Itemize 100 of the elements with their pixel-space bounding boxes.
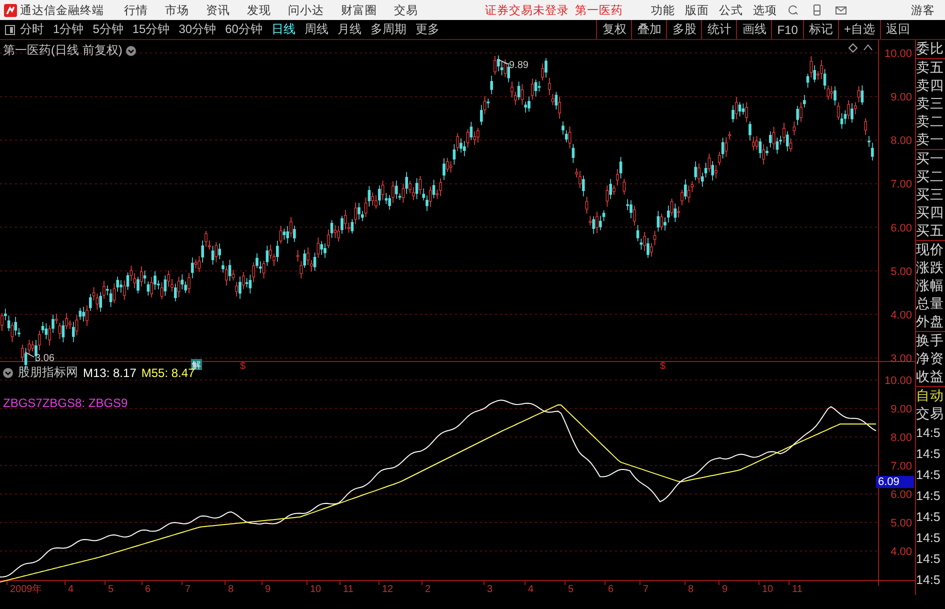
quote-label: 涨幅 [916, 277, 945, 295]
tool-button[interactable]: 画线 [736, 20, 772, 39]
axis-label: 4 [68, 584, 74, 595]
unlock-marker[interactable]: 解 [191, 359, 202, 370]
menu-item[interactable]: 版面 [685, 2, 709, 18]
period-tab[interactable]: 30分钟 [178, 21, 216, 38]
axis-label: 5.00 [890, 266, 912, 278]
period-tab[interactable]: 更多 [415, 21, 440, 38]
collapse-icon[interactable] [864, 44, 872, 50]
axis-label: 7 [185, 584, 191, 595]
axis-label: 8 [228, 584, 234, 595]
quote-label: 卖二 [916, 113, 945, 131]
tool-button[interactable]: 复权 [596, 20, 632, 39]
quote-label: 现价 [916, 240, 945, 259]
quote-label: 总量 [916, 295, 945, 313]
axis-label: 6.00 [890, 489, 912, 502]
period-tab[interactable]: 月线 [337, 21, 362, 38]
phone-icon[interactable] [811, 4, 823, 16]
tool-button[interactable]: 返回 [880, 20, 915, 39]
axis-label: 6 [608, 584, 614, 595]
quote-label: 外盘 [916, 313, 945, 331]
menu-item[interactable]: 选项 [753, 2, 777, 18]
tool-button[interactable]: 多股 [666, 20, 702, 39]
auto-label[interactable]: 自动 [916, 386, 945, 405]
axis-label: 5.00 [890, 518, 912, 530]
mail-icon[interactable] [835, 4, 847, 16]
quote-label: 买二 [916, 168, 945, 186]
axis-label: 10 [310, 584, 322, 595]
chevron-icon[interactable] [126, 46, 136, 56]
login-status: 证券交易未登录 [485, 3, 569, 18]
axis-label: 7.00 [890, 460, 912, 473]
menu-item[interactable]: 市场 [165, 2, 189, 18]
period-tab[interactable]: 周线 [304, 21, 328, 38]
menu-item[interactable]: 交易 [394, 2, 418, 18]
user-label[interactable]: 游客 [911, 2, 935, 18]
axis-label: 5 [568, 584, 574, 595]
tool-button[interactable]: 标记 [802, 20, 838, 39]
dividend-marker[interactable]: $ [660, 361, 666, 370]
axis-label: 8 [688, 584, 694, 595]
trade-time: 14:5 [916, 425, 942, 442]
chart-title: 第一医药(日线 前复权) [3, 42, 122, 59]
menu-item[interactable]: 功能 [651, 2, 675, 18]
trade-time: 14:5 [916, 572, 942, 589]
tool-button[interactable]: +自选 [838, 20, 880, 39]
diamond-icon[interactable] [848, 43, 858, 53]
quote-label: 卖五 [916, 58, 945, 77]
dividend-marker[interactable]: $ [240, 361, 246, 370]
tool-button[interactable]: 叠加 [631, 20, 666, 39]
quote-label: 卖四 [916, 77, 945, 95]
axis-label: 8.00 [890, 135, 912, 148]
axis-label: 8.00 [890, 432, 912, 444]
tool-button[interactable]: 统计 [701, 20, 736, 39]
menu-item[interactable]: 问小达 [288, 2, 324, 18]
period-tab[interactable]: 5分钟 [92, 21, 124, 38]
axis-label: 12 [382, 584, 394, 595]
menu-item[interactable]: 公式 [719, 2, 743, 18]
menu-item[interactable]: 行情 [124, 2, 148, 18]
app-title: 通达信金融终端 [20, 4, 104, 18]
panel-toggle-icon[interactable] [5, 24, 15, 34]
trade-time: 14:5 [916, 446, 942, 463]
menu-item[interactable]: 财富圈 [341, 2, 377, 18]
chevron-icon[interactable] [3, 368, 13, 378]
period-tab[interactable]: 分时 [20, 21, 44, 38]
period-tab[interactable]: 多周期 [370, 21, 406, 38]
axis-label: 9.00 [890, 92, 912, 104]
leader-line [24, 352, 34, 358]
quote-label: 收益 [916, 368, 945, 386]
period-tab[interactable]: 60分钟 [225, 21, 262, 38]
axis-label: 4.00 [890, 309, 912, 322]
period-tab[interactable]: 日线 [271, 21, 296, 38]
axis-label: 6 [145, 584, 151, 595]
axis-label: 11 [792, 584, 802, 595]
period-tab[interactable]: 15分钟 [132, 21, 170, 38]
quote-label: 买四 [916, 204, 945, 222]
menu-item[interactable]: 发现 [247, 2, 271, 18]
quote-label: 买五 [916, 222, 945, 240]
trade-time: 14:5 [916, 530, 942, 547]
axis-label: 4 [528, 584, 534, 595]
quote-label: 买三 [916, 186, 945, 204]
refresh-icon[interactable] [787, 4, 799, 16]
axis-label: 7 [643, 584, 649, 595]
current-value-label: 6.09 [876, 476, 914, 488]
axis-label: 9 [722, 584, 728, 595]
axis-label: 10.00 [884, 48, 912, 60]
axis-label: 6.00 [890, 222, 912, 234]
axis-label: 10 [762, 584, 774, 595]
high-price-label: 9.89 [509, 60, 528, 71]
tool-button[interactable]: F10 [771, 20, 803, 39]
menu-item[interactable]: 资讯 [206, 2, 230, 18]
trade-label[interactable]: 交易 [916, 405, 945, 423]
axis-label: 11 [343, 584, 354, 595]
quote-label: 卖三 [916, 95, 945, 113]
axis-label: 9 [265, 584, 271, 595]
quote-label: 买一 [916, 149, 945, 168]
indicator-name: 股朋指标网 [18, 364, 78, 382]
logo-icon [4, 4, 17, 16]
axis-label: 4.00 [890, 546, 912, 558]
axis-label: 2009年 [10, 584, 42, 595]
quote-label: 净资 [916, 350, 945, 368]
period-tab[interactable]: 1分钟 [53, 21, 84, 38]
